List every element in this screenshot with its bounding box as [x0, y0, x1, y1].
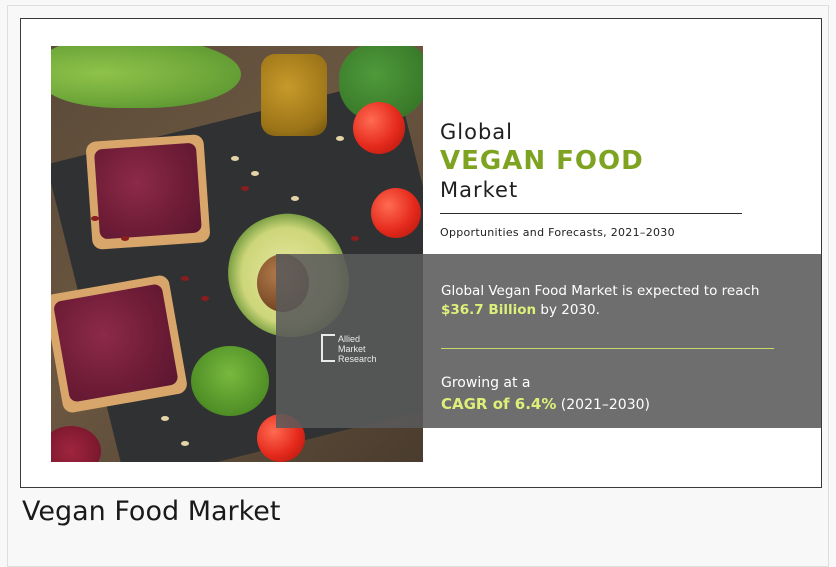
- pumpkin-seed: [161, 416, 169, 421]
- kidney-bean: [201, 296, 209, 301]
- kidney-bean: [121, 236, 129, 241]
- logo-mark-icon: [321, 334, 335, 362]
- lettuce-leaf: [51, 46, 241, 108]
- dressing-jar: [261, 54, 327, 136]
- title-global: Global: [440, 120, 513, 144]
- tomato: [371, 188, 421, 238]
- market-infographic: Allied Market Research Global VEGAN FOOD…: [20, 18, 822, 488]
- pumpkin-seed: [181, 441, 189, 446]
- title-market: Market: [440, 178, 519, 202]
- growing-label: Growing at a: [441, 375, 531, 391]
- toast-bottom: [51, 273, 189, 415]
- title-vegan-food: VEGAN FOOD: [440, 146, 644, 176]
- market-value: $36.7 Billion: [441, 302, 537, 318]
- toast-top: [85, 134, 211, 250]
- pumpkin-seed: [291, 196, 299, 201]
- title-divider: [440, 213, 742, 214]
- forecast-subtitle: Opportunities and Forecasts, 2021–2030: [440, 226, 675, 239]
- cagr-statement: Growing at a CAGR of 6.4% (2021–2030): [441, 373, 771, 416]
- pumpkin-seed: [231, 156, 239, 161]
- broccoli: [191, 346, 269, 416]
- cagr-value: CAGR of 6.4%: [441, 395, 557, 413]
- pumpkin-seed: [336, 136, 344, 141]
- tomato: [353, 102, 405, 154]
- pumpkin-seed: [251, 171, 259, 176]
- kidney-bean: [241, 186, 249, 191]
- kidney-bean: [91, 216, 99, 221]
- kidney-bean: [351, 236, 359, 241]
- infographic-title: Global VEGAN FOOD Market: [440, 119, 644, 203]
- image-caption: Vegan Food Market: [22, 496, 281, 527]
- kidney-bean: [181, 276, 189, 281]
- beet: [51, 426, 101, 462]
- cagr-period: (2021–2030): [556, 397, 650, 413]
- band-divider: [441, 348, 774, 349]
- market-value-statement: Global Vegan Food Market is expected to …: [441, 283, 760, 318]
